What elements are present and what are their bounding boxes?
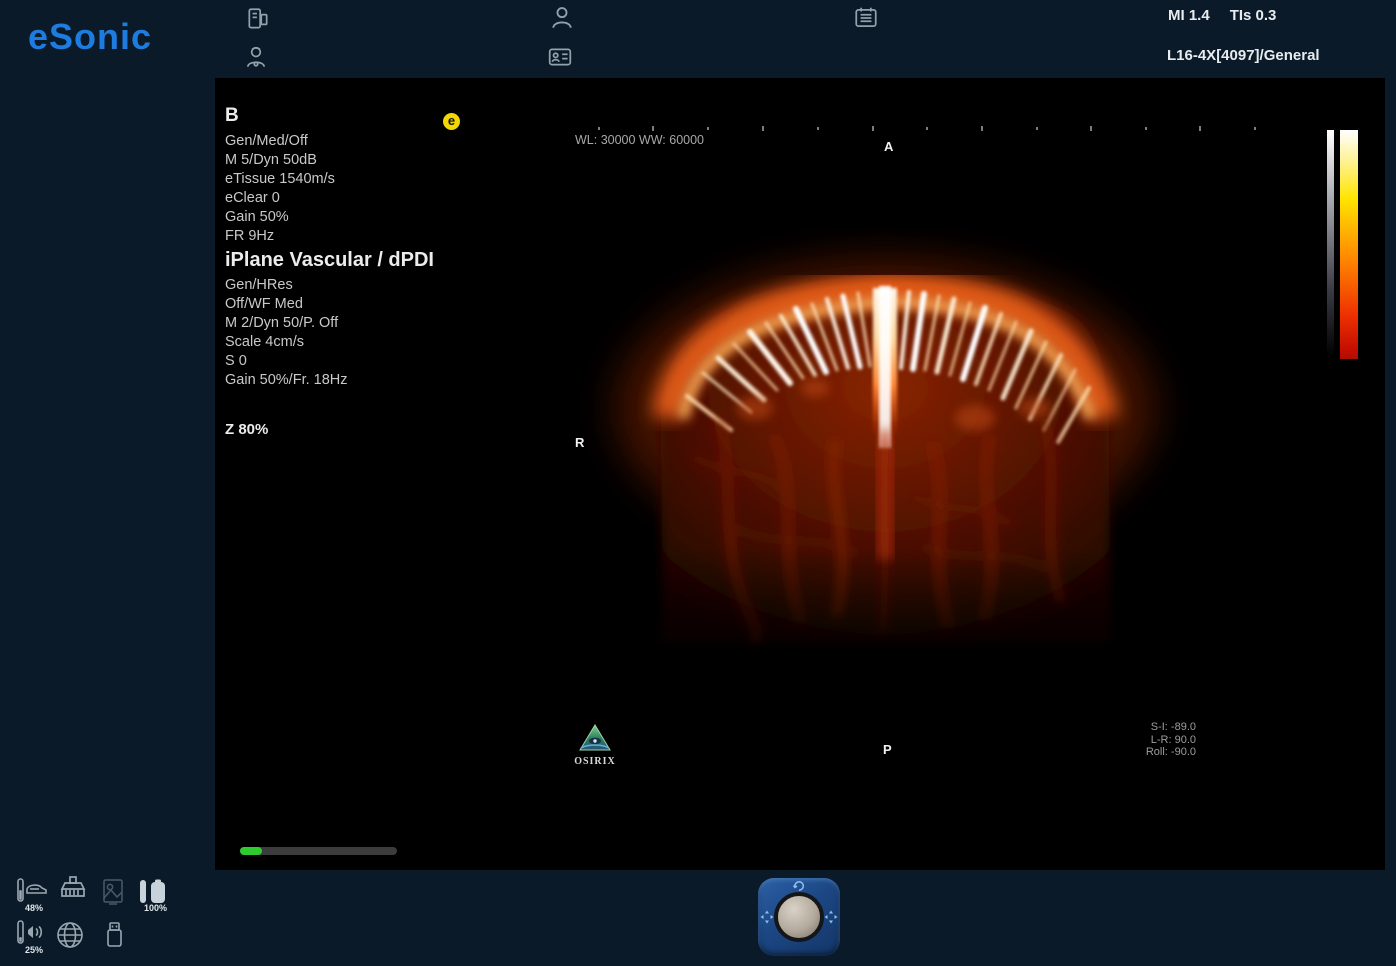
- volume-icon[interactable]: [16, 920, 50, 948]
- ultrasound-image-area[interactable]: B Gen/Med/Off M 5/Dyn 50dB eTissue 1540m…: [215, 78, 1385, 870]
- b-param-line: Gain 50%: [225, 208, 335, 227]
- usb-icon[interactable]: [102, 920, 126, 950]
- gel-warmer-icon[interactable]: [16, 878, 50, 906]
- esonic-logo: eSonic: [28, 16, 152, 58]
- patient-icon[interactable]: [549, 5, 575, 31]
- doppler-color-bar: [1340, 130, 1358, 359]
- probe-preset-label: L16-4X[4097]/General: [1167, 47, 1320, 64]
- rotation-readout: S-I: -89.0 L-R: 90.0 Roll: -90.0: [1146, 721, 1196, 759]
- probe-orientation-marker: e: [443, 113, 460, 130]
- osirix-label: OSIRIX: [574, 756, 616, 767]
- trackball-ball[interactable]: [774, 892, 824, 942]
- gel-warmer-level: 48%: [25, 903, 43, 913]
- doctor-icon[interactable]: [243, 44, 269, 70]
- window-level-readout: WL: 30000 WW: 60000: [575, 133, 704, 147]
- osirix-pyramid-icon: [578, 723, 612, 753]
- grayscale-bar: [1327, 130, 1334, 357]
- patient-id-card-icon[interactable]: [547, 44, 573, 70]
- rotation-si: S-I: -89.0: [1146, 721, 1196, 734]
- exam-report-icon[interactable]: [245, 6, 271, 32]
- worklist-icon[interactable]: [853, 5, 879, 31]
- doppler-volume-render: [215, 78, 1385, 870]
- mi-value: MI 1.4: [1168, 7, 1210, 24]
- b-mode-parameters: B Gen/Med/Off M 5/Dyn 50dB eTissue 1540m…: [225, 105, 335, 246]
- b-param-line: FR 9Hz: [225, 227, 335, 246]
- rotation-lr: L-R: 90.0: [1146, 734, 1196, 747]
- vascular-param-line: Off/WF Med: [225, 295, 434, 314]
- zoom-readout: Z 80%: [225, 421, 268, 438]
- vascular-param-line: Gain 50%/Fr. 18Hz: [225, 371, 434, 390]
- vascular-param-line: M 2/Dyn 50/P. Off: [225, 314, 434, 333]
- osirix-watermark: OSIRIX: [574, 723, 616, 767]
- b-param-line: Gen/Med/Off: [225, 132, 335, 151]
- rotation-roll: Roll: -90.0: [1146, 746, 1196, 759]
- vascular-param-line: Gen/HRes: [225, 276, 434, 295]
- rotate-icon[interactable]: [792, 879, 806, 893]
- vascular-mode-title: iPlane Vascular / dPDI: [225, 249, 434, 272]
- clean-brush-icon[interactable]: [57, 876, 89, 906]
- cine-progress-bar: [240, 847, 397, 855]
- b-param-line: M 5/Dyn 50dB: [225, 151, 335, 170]
- b-param-line: eTissue 1540m/s: [225, 170, 335, 189]
- acoustic-output-readout: MI 1.4 TIs 0.3: [1168, 7, 1296, 24]
- vascular-mode-parameters: iPlane Vascular / dPDI Gen/HRes Off/WF M…: [225, 249, 434, 390]
- vascular-param-line: Scale 4cm/s: [225, 333, 434, 352]
- battery-level: 100%: [144, 903, 167, 913]
- trackball-control[interactable]: [758, 878, 840, 956]
- print-image-icon[interactable]: [100, 878, 126, 906]
- b-param-line: eClear 0: [225, 189, 335, 208]
- ultrasound-screen: eSonic: [0, 0, 1396, 966]
- network-globe-icon[interactable]: [55, 920, 85, 950]
- tis-value: TIs 0.3: [1230, 7, 1277, 24]
- orientation-marker-posterior: P: [883, 742, 892, 757]
- depth-ruler-ticks: [598, 126, 1256, 131]
- b-mode-title: B: [225, 105, 335, 127]
- volume-level: 25%: [25, 945, 43, 955]
- orientation-marker-anterior: A: [884, 139, 893, 154]
- cine-progress-fill: [240, 847, 262, 855]
- move-left-icon[interactable]: [760, 910, 774, 924]
- vascular-param-line: S 0: [225, 352, 434, 371]
- battery-icon[interactable]: [138, 878, 170, 906]
- orientation-marker-right: R: [575, 435, 584, 450]
- move-right-icon[interactable]: [824, 910, 838, 924]
